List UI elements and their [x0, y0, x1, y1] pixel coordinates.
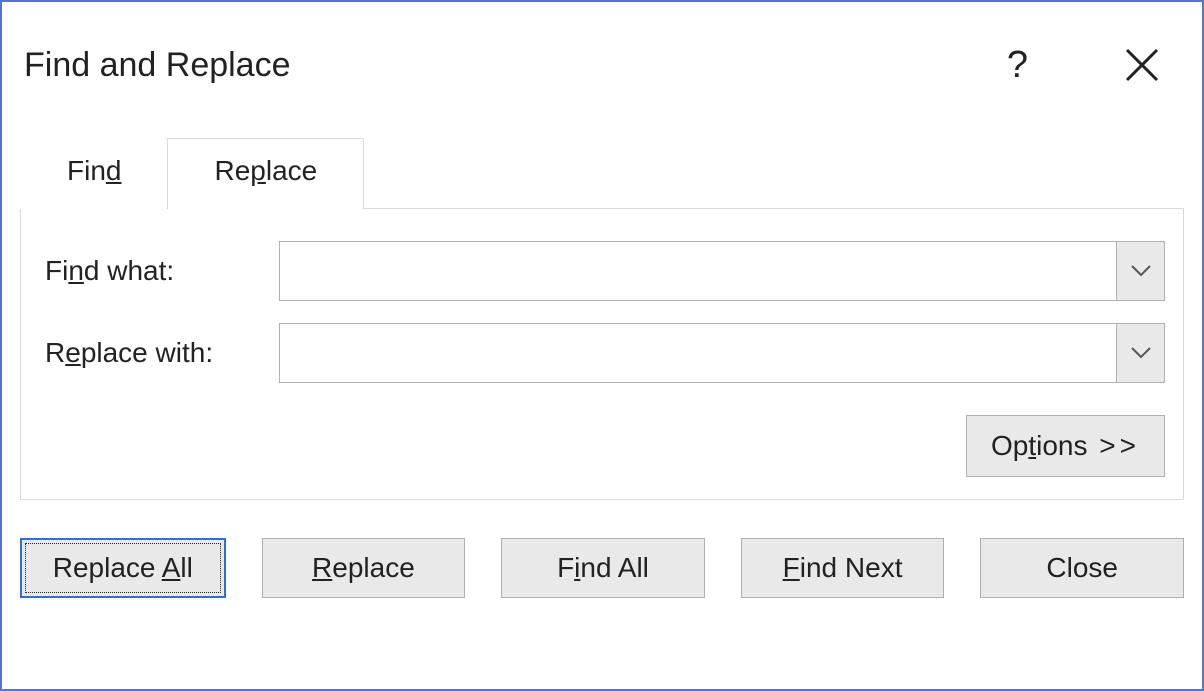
replace-all-button[interactable]: Replace All [20, 538, 226, 598]
replace-panel: Find what: Replace with: [20, 208, 1184, 500]
find-all-button[interactable]: Find All [501, 538, 705, 598]
replace-with-dropdown-button[interactable] [1116, 324, 1164, 382]
close-button[interactable]: Close [980, 538, 1184, 598]
chevron-down-icon [1130, 264, 1152, 278]
tab-replace-mnemonic: p [250, 155, 266, 186]
find-what-label: Find what: [45, 255, 279, 287]
replace-with-label: Replace with: [45, 337, 279, 369]
titlebar-controls: ? [1007, 41, 1166, 89]
chevron-right-icon: >> [1099, 430, 1140, 461]
find-what-combo[interactable] [279, 241, 1165, 301]
tab-replace-label-pre: Re [214, 155, 250, 186]
dialog-actions: Replace All Replace Find All Find Next C… [20, 538, 1184, 598]
dialog-title: Find and Replace [24, 46, 291, 85]
tab-find-mnemonic: d [106, 155, 122, 186]
find-replace-dialog: Find and Replace ? Find Replace [0, 0, 1204, 691]
tab-replace-label-post: lace [266, 155, 317, 186]
close-window-button[interactable] [1118, 41, 1166, 89]
chevron-down-icon [1130, 346, 1152, 360]
tab-find[interactable]: Find [20, 138, 168, 209]
find-next-button[interactable]: Find Next [741, 538, 945, 598]
find-what-dropdown-button[interactable] [1116, 242, 1164, 300]
replace-with-input[interactable] [280, 324, 1116, 382]
find-what-input[interactable] [280, 242, 1116, 300]
replace-button[interactable]: Replace [262, 538, 466, 598]
close-icon [1124, 47, 1160, 83]
replace-with-combo[interactable] [279, 323, 1165, 383]
tabstrip: Find Replace [20, 138, 1184, 209]
help-button[interactable]: ? [1007, 46, 1028, 84]
tab-replace[interactable]: Replace [167, 138, 364, 209]
titlebar: Find and Replace ? [2, 2, 1202, 110]
options-row: Options >> [45, 415, 1165, 477]
find-what-row: Find what: [45, 241, 1165, 301]
tab-area: Find Replace Find what: [20, 138, 1184, 500]
question-icon: ? [1007, 44, 1028, 86]
replace-with-row: Replace with: [45, 323, 1165, 383]
options-button[interactable]: Options >> [966, 415, 1165, 477]
tab-find-label-pre: Fin [67, 155, 106, 186]
